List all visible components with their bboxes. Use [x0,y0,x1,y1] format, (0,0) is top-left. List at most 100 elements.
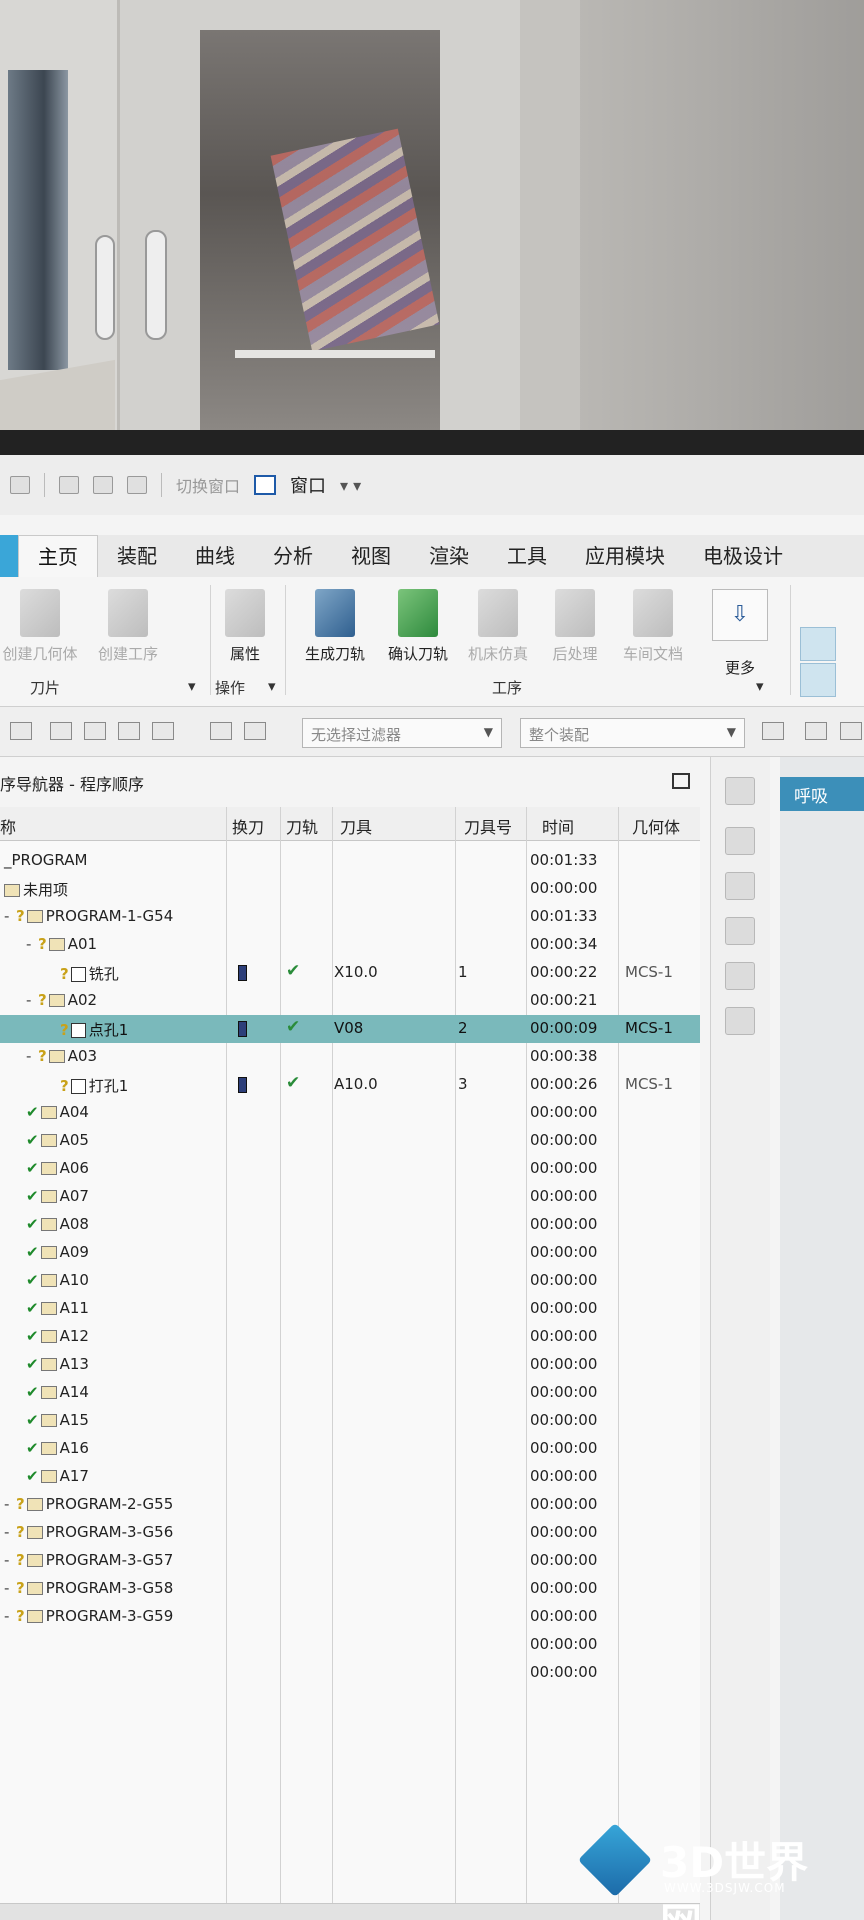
filter-icon[interactable] [84,722,106,740]
tab-curve[interactable]: 曲线 [176,535,254,577]
table-row[interactable]: -? A02 00:00:21 [0,987,700,1015]
display-toggle-icon[interactable] [800,663,836,697]
chevron-down-icon[interactable]: ▾ [756,677,764,695]
paste-icon[interactable] [93,476,113,494]
verify-toolpath-button[interactable]: 确认刀轨 [378,589,458,664]
chevron-down-icon[interactable]: ▾ ▾ [340,476,361,495]
assembly-scope-dropdown[interactable]: 整个装配 ▼ [520,718,745,748]
table-row[interactable]: _PROGRAM 00:01:33 [0,847,700,875]
table-row[interactable]: ? 铣孔 ✔ X10.0 1 MCS-1 00:00:22 [0,959,700,987]
machine-icon[interactable] [725,962,755,990]
table-row[interactable]: ✔ A08 00:00:00 [0,1211,700,1239]
create-operation-button[interactable]: 创建工序 [88,589,168,664]
table-row[interactable]: ✔ A10 00:00:00 [0,1267,700,1295]
table-row[interactable]: ? 打孔1 ✔ A10.0 3 MCS-1 00:00:26 [0,1071,700,1099]
table-row[interactable]: ✔ A09 00:00:00 [0,1239,700,1267]
column-header-tool-number[interactable]: 刀具号 [464,814,512,838]
row-name-cell: -? PROGRAM-3-G58 [4,1579,173,1597]
table-row[interactable]: -? PROGRAM-3-G57 00:00:00 [0,1547,700,1575]
more-icon[interactable]: ⇩ [712,589,768,641]
more-button[interactable]: 更多 [700,657,780,678]
table-row[interactable]: ? 点孔1 ✔ V08 2 MCS-1 00:00:09 [0,1015,700,1043]
column-header-tool[interactable]: 刀具 [340,814,372,838]
machine-simulation-button[interactable]: 机床仿真 [458,589,538,664]
snap-icon[interactable] [805,722,827,740]
table-row[interactable]: -? PROGRAM-2-G55 00:00:00 [0,1491,700,1519]
command-finder-icon[interactable] [127,476,147,494]
table-row[interactable]: -? PROGRAM-1-G54 00:01:33 [0,903,700,931]
table-row[interactable]: ✔ A05 00:00:00 [0,1127,700,1155]
filter-icon[interactable] [118,722,140,740]
table-row[interactable]: ✔ A04 00:00:00 [0,1099,700,1127]
navigator-icon[interactable] [725,777,755,805]
tab-electrode-design[interactable]: 电极设计 [684,535,802,577]
tab-applications[interactable]: 应用模块 [566,535,684,577]
undo-icon[interactable] [10,476,30,494]
gear-icon[interactable] [725,872,755,900]
switch-window-button[interactable]: 切换窗口 [176,473,240,497]
part-icon[interactable] [725,1007,755,1035]
filter-icon[interactable] [244,722,266,740]
expand-toggle-icon[interactable]: - [4,1551,12,1569]
tab-home[interactable]: 主页 [18,535,98,577]
shop-documentation-button[interactable]: 车间文档 [613,589,693,664]
expand-toggle-icon[interactable]: - [4,1607,12,1625]
column-header-name[interactable]: 称 [0,814,16,838]
tab-analysis[interactable]: 分析 [254,535,332,577]
expand-toggle-icon[interactable]: - [4,1495,12,1513]
expand-toggle-icon[interactable]: - [4,907,12,925]
table-row[interactable]: ✔ A16 00:00:00 [0,1435,700,1463]
table-row[interactable]: ✔ A15 00:00:00 [0,1407,700,1435]
filter-icon[interactable] [50,722,72,740]
menu-icon[interactable] [10,722,32,740]
create-geometry-button[interactable]: 创建几何体 [0,589,80,664]
column-header-tool-change[interactable]: 换刀 [232,814,264,838]
selection-filter-dropdown[interactable]: 无选择过滤器 ▼ [302,718,502,748]
expand-toggle-icon[interactable]: - [26,935,34,953]
graphics-window[interactable]: 呼吸 [780,757,864,1920]
expand-toggle-icon[interactable]: - [4,1523,12,1541]
tab-render[interactable]: 渲染 [410,535,488,577]
gear-icon[interactable] [725,917,755,945]
table-row[interactable]: ✔ A06 00:00:00 [0,1155,700,1183]
snap-icon[interactable] [840,722,862,740]
table-row[interactable]: -? A03 00:00:38 [0,1043,700,1071]
chevron-down-icon[interactable]: ▾ [188,677,196,695]
table-row[interactable]: -? A01 00:00:34 [0,931,700,959]
table-row[interactable]: 未用项 00:00:00 [0,875,700,903]
file-tab[interactable] [0,535,18,577]
table-row[interactable]: ✔ A11 00:00:00 [0,1295,700,1323]
tab-assembly[interactable]: 装配 [98,535,176,577]
filter-icon[interactable] [210,722,232,740]
generate-toolpath-button[interactable]: 生成刀轨 [295,589,375,664]
expand-toggle-icon[interactable]: - [26,991,34,1009]
ruler-icon[interactable] [725,827,755,855]
column-header-time[interactable]: 时间 [542,814,574,838]
column-header-toolpath[interactable]: 刀轨 [286,814,318,838]
copy-icon[interactable] [59,476,79,494]
properties-button[interactable]: 属性 [205,589,285,664]
snap-icon[interactable] [762,722,784,740]
table-row[interactable]: ✔ A17 00:00:00 [0,1463,700,1491]
filter-icon[interactable] [152,722,174,740]
tab-view[interactable]: 视图 [332,535,410,577]
table-row[interactable]: -? PROGRAM-3-G56 00:00:00 [0,1519,700,1547]
table-row[interactable]: ✔ A12 00:00:00 [0,1323,700,1351]
table-row[interactable]: 00:00:00 [0,1659,700,1687]
table-row[interactable]: -? PROGRAM-3-G58 00:00:00 [0,1575,700,1603]
horizontal-scrollbar[interactable] [0,1903,700,1920]
table-row[interactable]: ✔ A13 00:00:00 [0,1351,700,1379]
column-header-geometry[interactable]: 几何体 [632,814,680,838]
tab-tools[interactable]: 工具 [488,535,566,577]
chevron-down-icon[interactable]: ▾ [268,677,276,695]
display-toggle-icon[interactable] [800,627,836,661]
table-row[interactable]: -? PROGRAM-3-G59 00:00:00 [0,1603,700,1631]
window-menu-button[interactable]: 窗口 [290,472,326,498]
expand-toggle-icon[interactable]: - [26,1047,34,1065]
table-row[interactable]: ✔ A14 00:00:00 [0,1379,700,1407]
expand-toggle-icon[interactable]: - [4,1579,12,1597]
table-row[interactable]: ✔ A07 00:00:00 [0,1183,700,1211]
table-row[interactable]: 00:00:00 [0,1631,700,1659]
postprocess-button[interactable]: 后处理 [535,589,615,664]
maximize-icon[interactable] [672,773,690,789]
